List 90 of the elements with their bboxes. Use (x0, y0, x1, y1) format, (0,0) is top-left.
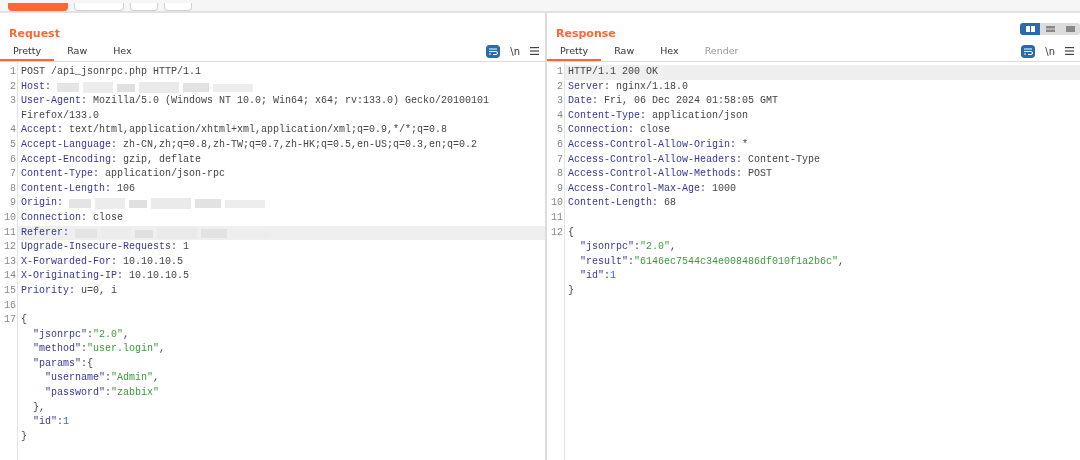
line-number: 11 (3, 225, 17, 240)
code-line: "jsonrpc":"2.0", (579, 240, 677, 255)
toolbar-button[interactable] (74, 3, 124, 11)
line-number: 2 (9, 79, 17, 94)
rows-icon (1045, 26, 1055, 32)
layout-toggle[interactable] (1040, 23, 1060, 35)
code-line: "id":1 (579, 269, 617, 284)
code-line: "jsonrpc":"2.0", (32, 327, 130, 342)
code-line: Priority: u=0, i (21, 283, 118, 298)
line-number: 1 (556, 65, 564, 79)
menu-icon[interactable] (530, 47, 539, 55)
tab[interactable]: Hex (100, 41, 145, 61)
code-line: "params":{ (32, 356, 94, 371)
code-line: { (568, 225, 574, 240)
menu-icon[interactable] (1065, 47, 1074, 55)
code-line: Connection: close (21, 210, 124, 225)
code-line: Content-Length: 106 (21, 181, 136, 196)
line-number: 1 (9, 65, 17, 79)
code-line: X-Originating-IP: 10.10.10.5 (21, 269, 190, 284)
code-line: "username":"Admin", (44, 371, 160, 386)
tab[interactable]: Pretty (547, 41, 602, 61)
line-number: 5 (9, 137, 17, 152)
code-line: "method":"user.login", (32, 342, 166, 357)
code-line: } (21, 429, 27, 444)
code-line: POST /api_jsonrpc.php HTTP/1.1 (21, 65, 202, 79)
code-line: Content-Type: application/json (568, 108, 749, 123)
code-line: HTTP/1.1 200 OK (568, 65, 658, 79)
line-number: 9 (9, 196, 17, 211)
code-line: Access-Control-Max-Age: 1000 (568, 181, 737, 196)
code-line: }, (32, 400, 46, 415)
code-line: Origin: (21, 196, 63, 211)
line-number: 10 (550, 196, 564, 211)
code-line: Connection: close (568, 123, 671, 138)
code-line: "id":1 (32, 415, 70, 430)
square-icon (1065, 26, 1075, 32)
wrap-icon[interactable] (486, 44, 501, 58)
line-number: 14 (3, 269, 17, 284)
line-number: 8 (9, 181, 17, 196)
code-line: { (21, 313, 27, 328)
pane-title: Request (9, 27, 60, 40)
tab[interactable]: Pretty (0, 41, 55, 61)
code-line: Referer: (21, 225, 69, 240)
line-number: 4 (9, 123, 17, 138)
line-number: 15 (3, 283, 17, 298)
tab[interactable]: Hex (647, 41, 692, 61)
newline-toggle[interactable]: \n (1045, 45, 1055, 57)
code-line: Server: nginx/1.18.0 (568, 79, 689, 94)
code-line: Host: (21, 79, 51, 94)
code-line: X-Forwarded-For: 10.10.10.5 (21, 254, 184, 269)
code-line: Accept: text/html,application/xhtml+xml,application/xml;q=0.9,*/*;q=0.8 (21, 123, 448, 138)
code-line: Accept-Encoding: gzip, deflate (21, 152, 202, 167)
newline-toggle[interactable]: \n (510, 45, 520, 57)
code-line: Content-Type: application/json-rpc (21, 167, 226, 182)
line-number: 4 (556, 108, 564, 123)
code-line: Content-Length: 68 (568, 196, 677, 211)
wrap-icon[interactable] (1021, 44, 1036, 58)
code-line: Access-Control-Allow-Origin: * (568, 137, 749, 152)
line-number: 9 (556, 181, 564, 196)
line-number: 3 (9, 94, 17, 109)
line-number: 12 (3, 240, 17, 255)
line-number: 7 (556, 152, 564, 167)
layout-toggle[interactable] (1020, 23, 1040, 35)
line-number: 3 (556, 94, 564, 109)
code-line: Accept-Language: zh-CN,zh;q=0.8,zh-TW;q=0.7,zh-HK;q=0.5,en-US;q=0.3,en;q=0.2 (21, 137, 478, 152)
toolbar-button[interactable] (130, 3, 158, 11)
code-line: Access-Control-Allow-Headers: Content-Type (568, 152, 821, 167)
line-number: 12 (550, 225, 564, 240)
pane-title: Response (556, 27, 616, 40)
line-number: 6 (9, 152, 17, 167)
toolbar-button[interactable] (164, 3, 192, 11)
layout-toggle[interactable] (1060, 23, 1080, 35)
code-line: "result":"6146ec7544c34e008486df010f1a2b6c", (579, 254, 845, 269)
line-number: 13 (3, 254, 17, 269)
line-number: 6 (556, 137, 564, 152)
line-number: 11 (550, 210, 564, 225)
line-number: 5 (556, 123, 564, 138)
tab[interactable]: Raw (54, 41, 101, 61)
line-number: 17 (3, 313, 17, 328)
line-number: 8 (556, 167, 564, 182)
code-line: } (568, 283, 574, 298)
code-line: Access-Control-Allow-Methods: POST (568, 167, 773, 182)
tab[interactable]: Raw (601, 41, 648, 61)
code-line: "password":"zabbix" (44, 386, 160, 401)
line-number: 10 (3, 210, 17, 225)
code-line: Upgrade-Insecure-Requests: 1 (21, 240, 190, 255)
columns-icon (1025, 26, 1035, 32)
line-number: 16 (3, 298, 17, 313)
line-number: 2 (556, 79, 564, 94)
code-line: Date: Fri, 06 Dec 2024 01:58:05 GMT (568, 94, 779, 109)
line-number: 7 (9, 167, 17, 182)
